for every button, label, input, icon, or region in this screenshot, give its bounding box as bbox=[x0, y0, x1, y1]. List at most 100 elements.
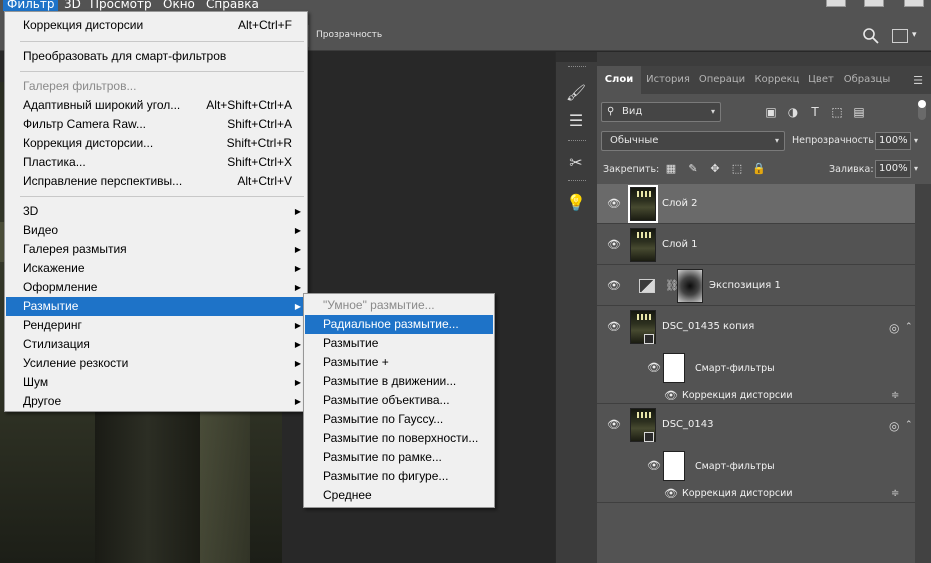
smart-filter-badge-icon[interactable]: ◎ bbox=[889, 322, 903, 334]
menu-item-artistic[interactable]: Оформление ▶ bbox=[6, 278, 306, 297]
menu-item-sharpen[interactable]: Усиление резкости ▶ bbox=[6, 354, 306, 373]
smart-filter-mask-thumbnail[interactable] bbox=[663, 353, 685, 383]
brush-icon[interactable]: 🖌 bbox=[564, 82, 588, 104]
adjust-sliders-icon[interactable]: ☰ bbox=[564, 110, 588, 132]
layer-row[interactable]: 👁 ⛓ Экспозиция 1 bbox=[597, 266, 915, 306]
filter-toggle[interactable] bbox=[918, 100, 926, 120]
tools-icon[interactable]: ✂ bbox=[564, 152, 588, 174]
filter-name[interactable]: Коррекция дисторсии bbox=[682, 488, 793, 499]
submenu-item-blur-more[interactable]: Размытие + bbox=[305, 353, 493, 372]
eye-icon[interactable]: 👁 bbox=[607, 321, 621, 332]
lock-all-icon[interactable]: 🔒 bbox=[752, 161, 766, 177]
panel-menu-icon[interactable]: ☰ bbox=[913, 74, 923, 87]
maximize-button[interactable] bbox=[864, 0, 884, 7]
submenu-item-shape-blur[interactable]: Размытие по фигуре... bbox=[305, 467, 493, 486]
menu-item-3d[interactable]: 3D ▶ bbox=[6, 202, 306, 221]
menu-view[interactable]: Просмотр bbox=[86, 0, 156, 11]
lock-position-icon[interactable]: ✥ bbox=[708, 161, 722, 177]
menu-item-blur[interactable]: Размытие ▶ bbox=[6, 297, 306, 316]
layer-name[interactable]: DSC_0143 bbox=[662, 419, 713, 430]
adjustment-filter-icon[interactable]: ◑ bbox=[785, 104, 801, 120]
menu-item-convert-smart[interactable]: Преобразовать для смарт-фильтров bbox=[6, 47, 306, 66]
grip-handle[interactable] bbox=[568, 66, 586, 68]
menu-filter[interactable]: Фильтр bbox=[3, 0, 59, 11]
filter-options-icon[interactable]: ≑ bbox=[891, 391, 903, 401]
menu-item-render[interactable]: Рендеринг ▶ bbox=[6, 316, 306, 335]
lightbulb-icon[interactable]: 💡 bbox=[564, 192, 588, 214]
workspace-icon[interactable] bbox=[892, 29, 908, 43]
tab-history[interactable]: История bbox=[643, 66, 693, 94]
smart-filters-label[interactable]: Смарт-фильтры bbox=[695, 363, 775, 374]
smart-filters-label[interactable]: Смарт-фильтры bbox=[695, 461, 775, 472]
blend-mode-select[interactable]: Обычные ▾ bbox=[601, 131, 785, 151]
search-icon[interactable] bbox=[862, 27, 880, 45]
eye-icon[interactable]: 👁 bbox=[647, 362, 661, 373]
close-button[interactable] bbox=[904, 0, 924, 7]
menu-help[interactable]: Справка bbox=[202, 0, 263, 11]
eye-icon[interactable]: 👁 bbox=[607, 280, 621, 291]
chevron-down-icon[interactable]: ▾ bbox=[914, 164, 918, 173]
menu-window[interactable]: Окно bbox=[159, 0, 199, 11]
eye-icon[interactable]: 👁 bbox=[664, 488, 678, 499]
layer-row[interactable]: 👁 Слой 2 bbox=[597, 184, 915, 224]
tab-adjustments[interactable]: Коррекц bbox=[751, 66, 803, 94]
submenu-item-gaussian-blur[interactable]: Размытие по Гауссу... bbox=[305, 410, 493, 429]
tab-actions[interactable]: Операци bbox=[695, 66, 749, 94]
smart-filter-mask-thumbnail[interactable] bbox=[663, 451, 685, 481]
submenu-item-radial-blur[interactable]: Радиальное размытие... bbox=[305, 315, 493, 334]
menu-item-other[interactable]: Другое ▶ bbox=[6, 392, 306, 411]
menu-item-adaptive-wide-angle[interactable]: Адаптивный широкий угол... Alt+Shift+Ctr… bbox=[6, 96, 306, 115]
menu-item-lens-correction[interactable]: Коррекция дисторсии... Shift+Ctrl+R bbox=[6, 134, 306, 153]
menu-item-vanishing-point[interactable]: Исправление перспективы... Alt+Ctrl+V bbox=[6, 172, 306, 191]
menu-item-last-filter[interactable]: Коррекция дисторсии Alt+Ctrl+F bbox=[6, 16, 306, 35]
layers-scrollbar[interactable] bbox=[915, 184, 931, 563]
layer-mask-thumbnail[interactable] bbox=[677, 269, 703, 303]
menu-item-distort[interactable]: Искажение ▶ bbox=[6, 259, 306, 278]
text-filter-icon[interactable]: T bbox=[807, 104, 823, 120]
minimize-button[interactable] bbox=[826, 0, 846, 7]
smart-object-filter-icon[interactable]: ▤ bbox=[851, 104, 867, 120]
lock-transparency-icon[interactable]: ▦ bbox=[664, 161, 678, 177]
layer-filter-select[interactable]: ⚲ Вид ▾ bbox=[601, 102, 721, 122]
menu-item-camera-raw[interactable]: Фильтр Camera Raw... Shift+Ctrl+A bbox=[6, 115, 306, 134]
opacity-input[interactable]: 100% bbox=[875, 132, 911, 150]
submenu-item-lens-blur[interactable]: Размытие объектива... bbox=[305, 391, 493, 410]
filter-name[interactable]: Коррекция дисторсии bbox=[682, 390, 793, 401]
menu-item-liquify[interactable]: Пластика... Shift+Ctrl+X bbox=[6, 153, 306, 172]
fill-input[interactable]: 100% bbox=[875, 160, 911, 178]
smart-filter-badge-icon[interactable]: ◎ bbox=[889, 420, 903, 432]
grip-handle[interactable] bbox=[568, 140, 586, 142]
chevron-up-icon[interactable]: ⌃ bbox=[905, 322, 913, 332]
menu-3d[interactable]: 3D bbox=[60, 0, 85, 11]
layer-name[interactable]: Слой 2 bbox=[662, 198, 698, 209]
chevron-down-icon[interactable]: ▾ bbox=[914, 136, 918, 145]
image-filter-icon[interactable]: ▣ bbox=[763, 104, 779, 120]
layer-row[interactable]: 👁 Слой 1 bbox=[597, 225, 915, 265]
shape-filter-icon[interactable]: ⬚ bbox=[829, 104, 845, 120]
tab-swatches[interactable]: Образцы bbox=[839, 66, 895, 94]
lock-artboard-icon[interactable]: ⬚ bbox=[730, 161, 744, 177]
chevron-up-icon[interactable]: ⌃ bbox=[905, 420, 913, 430]
chevron-down-icon[interactable]: ▾ bbox=[912, 30, 917, 40]
eye-icon[interactable]: 👁 bbox=[647, 460, 661, 471]
menu-item-blur-gallery[interactable]: Галерея размытия ▶ bbox=[6, 240, 306, 259]
eye-icon[interactable]: 👁 bbox=[607, 198, 621, 209]
submenu-item-surface-blur[interactable]: Размытие по поверхности... bbox=[305, 429, 493, 448]
tab-color[interactable]: Цвет bbox=[805, 66, 837, 94]
lock-pixels-icon[interactable]: ✎ bbox=[686, 161, 700, 177]
submenu-item-average[interactable]: Среднее bbox=[305, 486, 493, 505]
layer-name[interactable]: DSC_01435 копия bbox=[662, 321, 754, 332]
submenu-item-box-blur[interactable]: Размытие по рамке... bbox=[305, 448, 493, 467]
menu-item-noise[interactable]: Шум ▶ bbox=[6, 373, 306, 392]
filter-options-icon[interactable]: ≑ bbox=[891, 489, 903, 499]
transparency-option[interactable]: Прозрачность bbox=[316, 30, 382, 40]
menu-item-video[interactable]: Видео ▶ bbox=[6, 221, 306, 240]
eye-icon[interactable]: 👁 bbox=[664, 390, 678, 401]
eye-icon[interactable]: 👁 bbox=[607, 239, 621, 250]
tab-layers[interactable]: Слои bbox=[597, 66, 641, 94]
grip-handle[interactable] bbox=[568, 180, 586, 182]
menu-item-stylize[interactable]: Стилизация ▶ bbox=[6, 335, 306, 354]
submenu-item-blur[interactable]: Размытие bbox=[305, 334, 493, 353]
layer-row[interactable]: 👁 DSC_01435 копия ◎ ⌃ 👁 Смарт-фильтры 👁 … bbox=[597, 307, 915, 404]
submenu-item-motion-blur[interactable]: Размытие в движении... bbox=[305, 372, 493, 391]
